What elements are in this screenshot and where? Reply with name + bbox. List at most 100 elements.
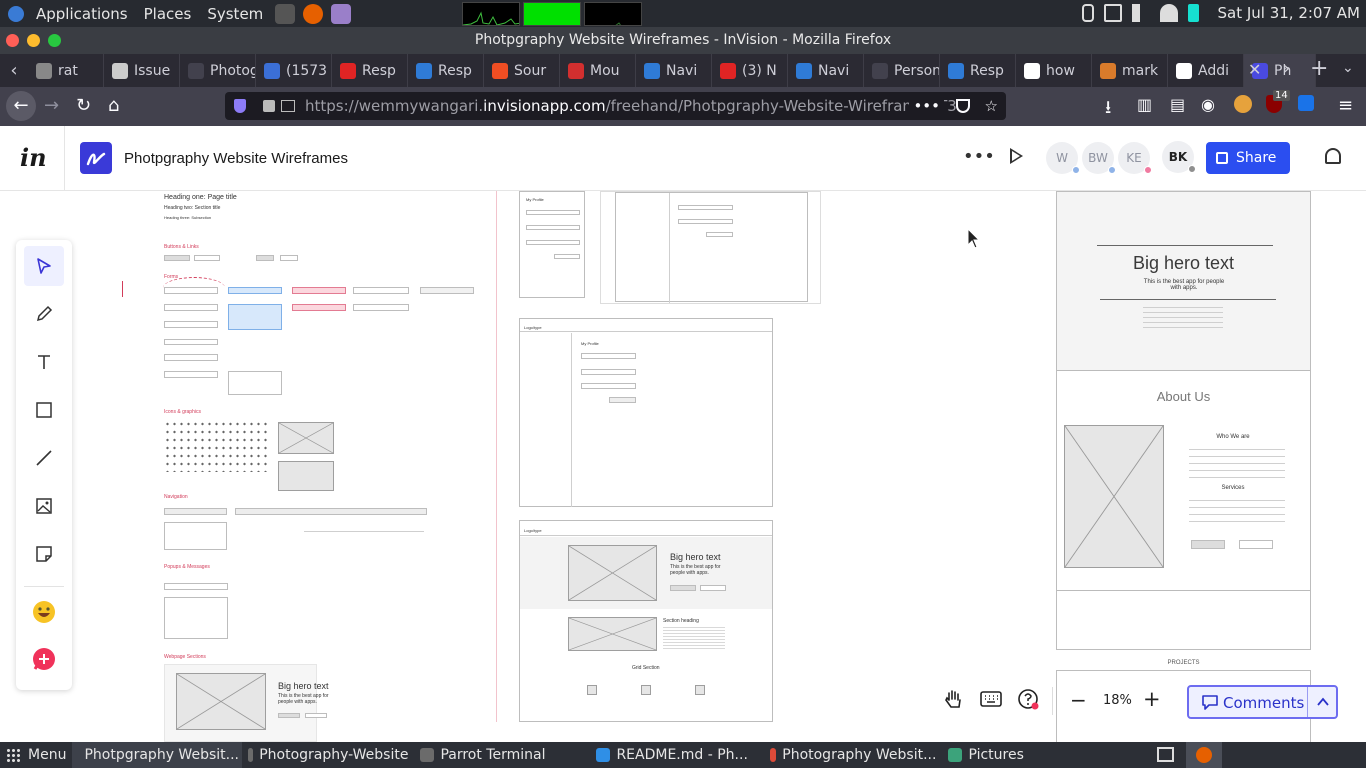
browser-tab[interactable]: rat bbox=[28, 54, 104, 87]
browser-tab[interactable]: Mou bbox=[560, 54, 636, 87]
sidebar-icon[interactable]: ▤ bbox=[1170, 95, 1185, 114]
browser-tab[interactable]: Persona bbox=[864, 54, 940, 87]
freehand-app-icon[interactable] bbox=[80, 142, 112, 174]
browser-tab[interactable]: Addi bbox=[1168, 54, 1244, 87]
notifications-bell-icon[interactable] bbox=[1325, 148, 1341, 164]
browser-tab[interactable]: how bbox=[1016, 54, 1092, 87]
wifi-icon[interactable] bbox=[1160, 4, 1178, 22]
pocket-icon[interactable] bbox=[956, 99, 970, 113]
menu-system[interactable]: System bbox=[199, 5, 271, 23]
taskbar-window-item[interactable]: Photography-Website bbox=[242, 742, 414, 768]
text-editor-launcher-icon[interactable] bbox=[331, 3, 352, 24]
tracking-shield-icon[interactable] bbox=[234, 99, 246, 113]
library-icon[interactable]: ▥ bbox=[1137, 95, 1152, 114]
url-domain: invisionapp.com bbox=[483, 97, 606, 115]
keyboard-shortcuts-icon[interactable] bbox=[980, 688, 1002, 710]
tab-label: mark bbox=[1122, 62, 1159, 79]
hand-pan-icon[interactable] bbox=[943, 688, 965, 710]
sg-field-focused bbox=[228, 287, 282, 294]
apps-menu-icon[interactable] bbox=[8, 5, 24, 22]
taskbar-window-item[interactable]: Photography Websit... bbox=[764, 742, 942, 768]
taskbar-window-item[interactable]: Pictures bbox=[942, 742, 1032, 768]
keyboard-icon[interactable] bbox=[1104, 4, 1122, 22]
url-bar[interactable]: https://wemmywangari.invisionapp.com/fre… bbox=[225, 92, 1006, 120]
bookmark-star-icon[interactable]: ☆ bbox=[985, 92, 998, 120]
new-tab-icon[interactable]: + bbox=[1310, 56, 1328, 81]
tabs-scroll-left-icon[interactable]: ‹ bbox=[0, 60, 28, 81]
browser-tab[interactable]: Sour bbox=[484, 54, 560, 87]
avatar[interactable]: KE bbox=[1118, 142, 1152, 174]
browser-tab[interactable]: Resp bbox=[940, 54, 1016, 87]
more-options-icon[interactable]: ••• bbox=[963, 146, 995, 167]
browser-tab[interactable]: (3) N bbox=[712, 54, 788, 87]
taskbar-window-item[interactable]: Photpgraphy Websit... bbox=[72, 742, 243, 768]
share-button[interactable]: Share bbox=[1206, 142, 1290, 174]
text-tool[interactable] bbox=[24, 342, 64, 382]
browser-tab[interactable]: Resp bbox=[408, 54, 484, 87]
zoom-level[interactable]: 18% bbox=[1103, 693, 1132, 708]
home-icon[interactable]: ⌂ bbox=[108, 95, 119, 116]
clock[interactable]: Sat Jul 31, 2:07 AM bbox=[1217, 4, 1360, 22]
taskbar-window-item[interactable]: README.md - Ph... bbox=[590, 742, 764, 768]
tab-close-icon[interactable]: ✕ bbox=[1248, 60, 1261, 79]
document-title[interactable]: Photpgraphy Website Wireframes bbox=[124, 150, 348, 167]
browser-tab[interactable]: Photogr bbox=[180, 54, 256, 87]
comments-button[interactable]: Comments bbox=[1187, 685, 1338, 719]
system-monitor-graphs bbox=[459, 1, 643, 26]
taskbar-window-item[interactable]: Parrot Terminal bbox=[414, 742, 590, 768]
sg-hero-title: Big hero text bbox=[278, 681, 329, 691]
browser-tab[interactable]: mark bbox=[1092, 54, 1168, 87]
avatar[interactable]: BW bbox=[1082, 142, 1116, 174]
toolbar-divider bbox=[24, 586, 64, 587]
extension-fox-icon[interactable] bbox=[1234, 95, 1252, 113]
permissions-icon[interactable] bbox=[281, 100, 295, 112]
browser-tab-bar: ‹ rat Issue Photogr (1573 Resp Resp Sour Mou Nav… bbox=[0, 54, 1366, 87]
add-comment-tool[interactable] bbox=[24, 640, 64, 680]
menu-applications[interactable]: Applications bbox=[28, 5, 136, 23]
tray-icons bbox=[1082, 4, 1199, 22]
terminal-launcher-icon[interactable] bbox=[275, 3, 296, 24]
browser-tab[interactable]: (1573 bbox=[256, 54, 332, 87]
emoji-tool[interactable] bbox=[24, 592, 64, 632]
zoom-out-icon[interactable]: − bbox=[1070, 688, 1087, 712]
app-menu-icon[interactable]: ≡ bbox=[1338, 95, 1353, 116]
close-window-button[interactable] bbox=[6, 34, 19, 47]
avatar[interactable]: W bbox=[1046, 142, 1080, 174]
select-tool[interactable] bbox=[24, 246, 64, 286]
tab-list-icon[interactable]: ⌄ bbox=[1342, 60, 1354, 76]
firefox-launcher-icon[interactable] bbox=[303, 3, 324, 24]
maximize-window-button[interactable] bbox=[48, 34, 61, 47]
extension-s-icon[interactable] bbox=[1298, 95, 1314, 111]
taskbar-firefox-icon[interactable] bbox=[1186, 742, 1222, 768]
chevron-up-icon[interactable] bbox=[1316, 696, 1330, 708]
reload-icon[interactable]: ↻ bbox=[76, 95, 91, 116]
menu-places[interactable]: Places bbox=[136, 5, 200, 23]
volume-icon[interactable] bbox=[1132, 4, 1150, 22]
browser-tab[interactable]: Navi bbox=[788, 54, 864, 87]
taskbar-menu-button[interactable]: Menu bbox=[0, 742, 72, 768]
lock-icon[interactable] bbox=[263, 100, 275, 112]
invision-logo[interactable]: in bbox=[20, 143, 47, 172]
bluetooth-icon[interactable] bbox=[1082, 4, 1094, 22]
forward-icon[interactable]: → bbox=[44, 95, 59, 116]
pencil-tool[interactable] bbox=[24, 294, 64, 334]
browser-tab[interactable]: Issue bbox=[104, 54, 180, 87]
account-icon[interactable]: ◉ bbox=[1201, 95, 1215, 114]
rectangle-tool[interactable] bbox=[24, 390, 64, 430]
image-tool[interactable] bbox=[24, 486, 64, 526]
minimize-window-button[interactable] bbox=[27, 34, 40, 47]
browser-tab[interactable]: Resp bbox=[332, 54, 408, 87]
back-icon[interactable]: ← bbox=[6, 91, 36, 121]
avatar[interactable]: BK bbox=[1162, 141, 1196, 173]
zoom-in-icon[interactable]: + bbox=[1143, 687, 1161, 711]
page-actions-icon[interactable]: ••• bbox=[909, 92, 944, 120]
line-tool[interactable] bbox=[24, 438, 64, 478]
tabs-scroll-right-icon[interactable]: › bbox=[1283, 58, 1290, 79]
freehand-canvas[interactable]: Heading one: Page title Heading two: Sec… bbox=[0, 191, 1366, 742]
battery-icon[interactable] bbox=[1188, 4, 1199, 22]
sticky-note-tool[interactable] bbox=[24, 534, 64, 574]
help-icon[interactable] bbox=[1017, 688, 1039, 710]
downloads-icon[interactable]: ⭳ bbox=[1105, 95, 1111, 125]
browser-tab[interactable]: Navi bbox=[636, 54, 712, 87]
taskbar-app-icon[interactable] bbox=[1157, 747, 1174, 762]
